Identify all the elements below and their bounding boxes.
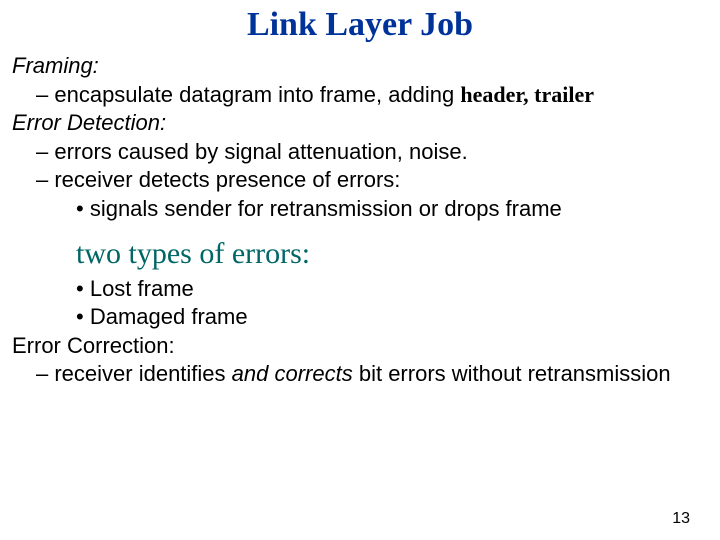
error-detection-sub1: signals sender for retransmission or dro… [92,195,708,224]
error-detection-bullet2: receiver detects presence of errors: [54,166,708,195]
framing-heading: Framing: [12,52,708,81]
slide: Link Layer Job Framing: encapsulate data… [0,6,720,540]
error-detection-bullet1: errors caused by signal attenuation, noi… [54,138,708,167]
error-correction-suffix: bit errors without retransmission [353,361,671,386]
error-types-item1: Lost frame [92,275,708,304]
error-correction-heading: Error Correction: [12,332,708,361]
slide-title: Link Layer Job [0,6,720,44]
framing-bullet-bold: header, trailer [460,82,594,107]
error-types-item2: Damaged frame [92,303,708,332]
page-number: 13 [672,510,690,528]
error-detection-heading: Error Detection: [12,109,708,138]
error-correction-italic: and corrects [232,361,353,386]
error-correction-prefix: receiver identifies [54,361,231,386]
framing-bullet-text: encapsulate datagram into frame, adding [54,82,460,107]
framing-bullet: encapsulate datagram into frame, adding … [54,81,708,110]
error-types-heading: two types of errors: [76,234,708,273]
error-correction-bullet: receiver identifies and corrects bit err… [54,360,708,389]
slide-body: Framing: encapsulate datagram into frame… [0,44,720,389]
